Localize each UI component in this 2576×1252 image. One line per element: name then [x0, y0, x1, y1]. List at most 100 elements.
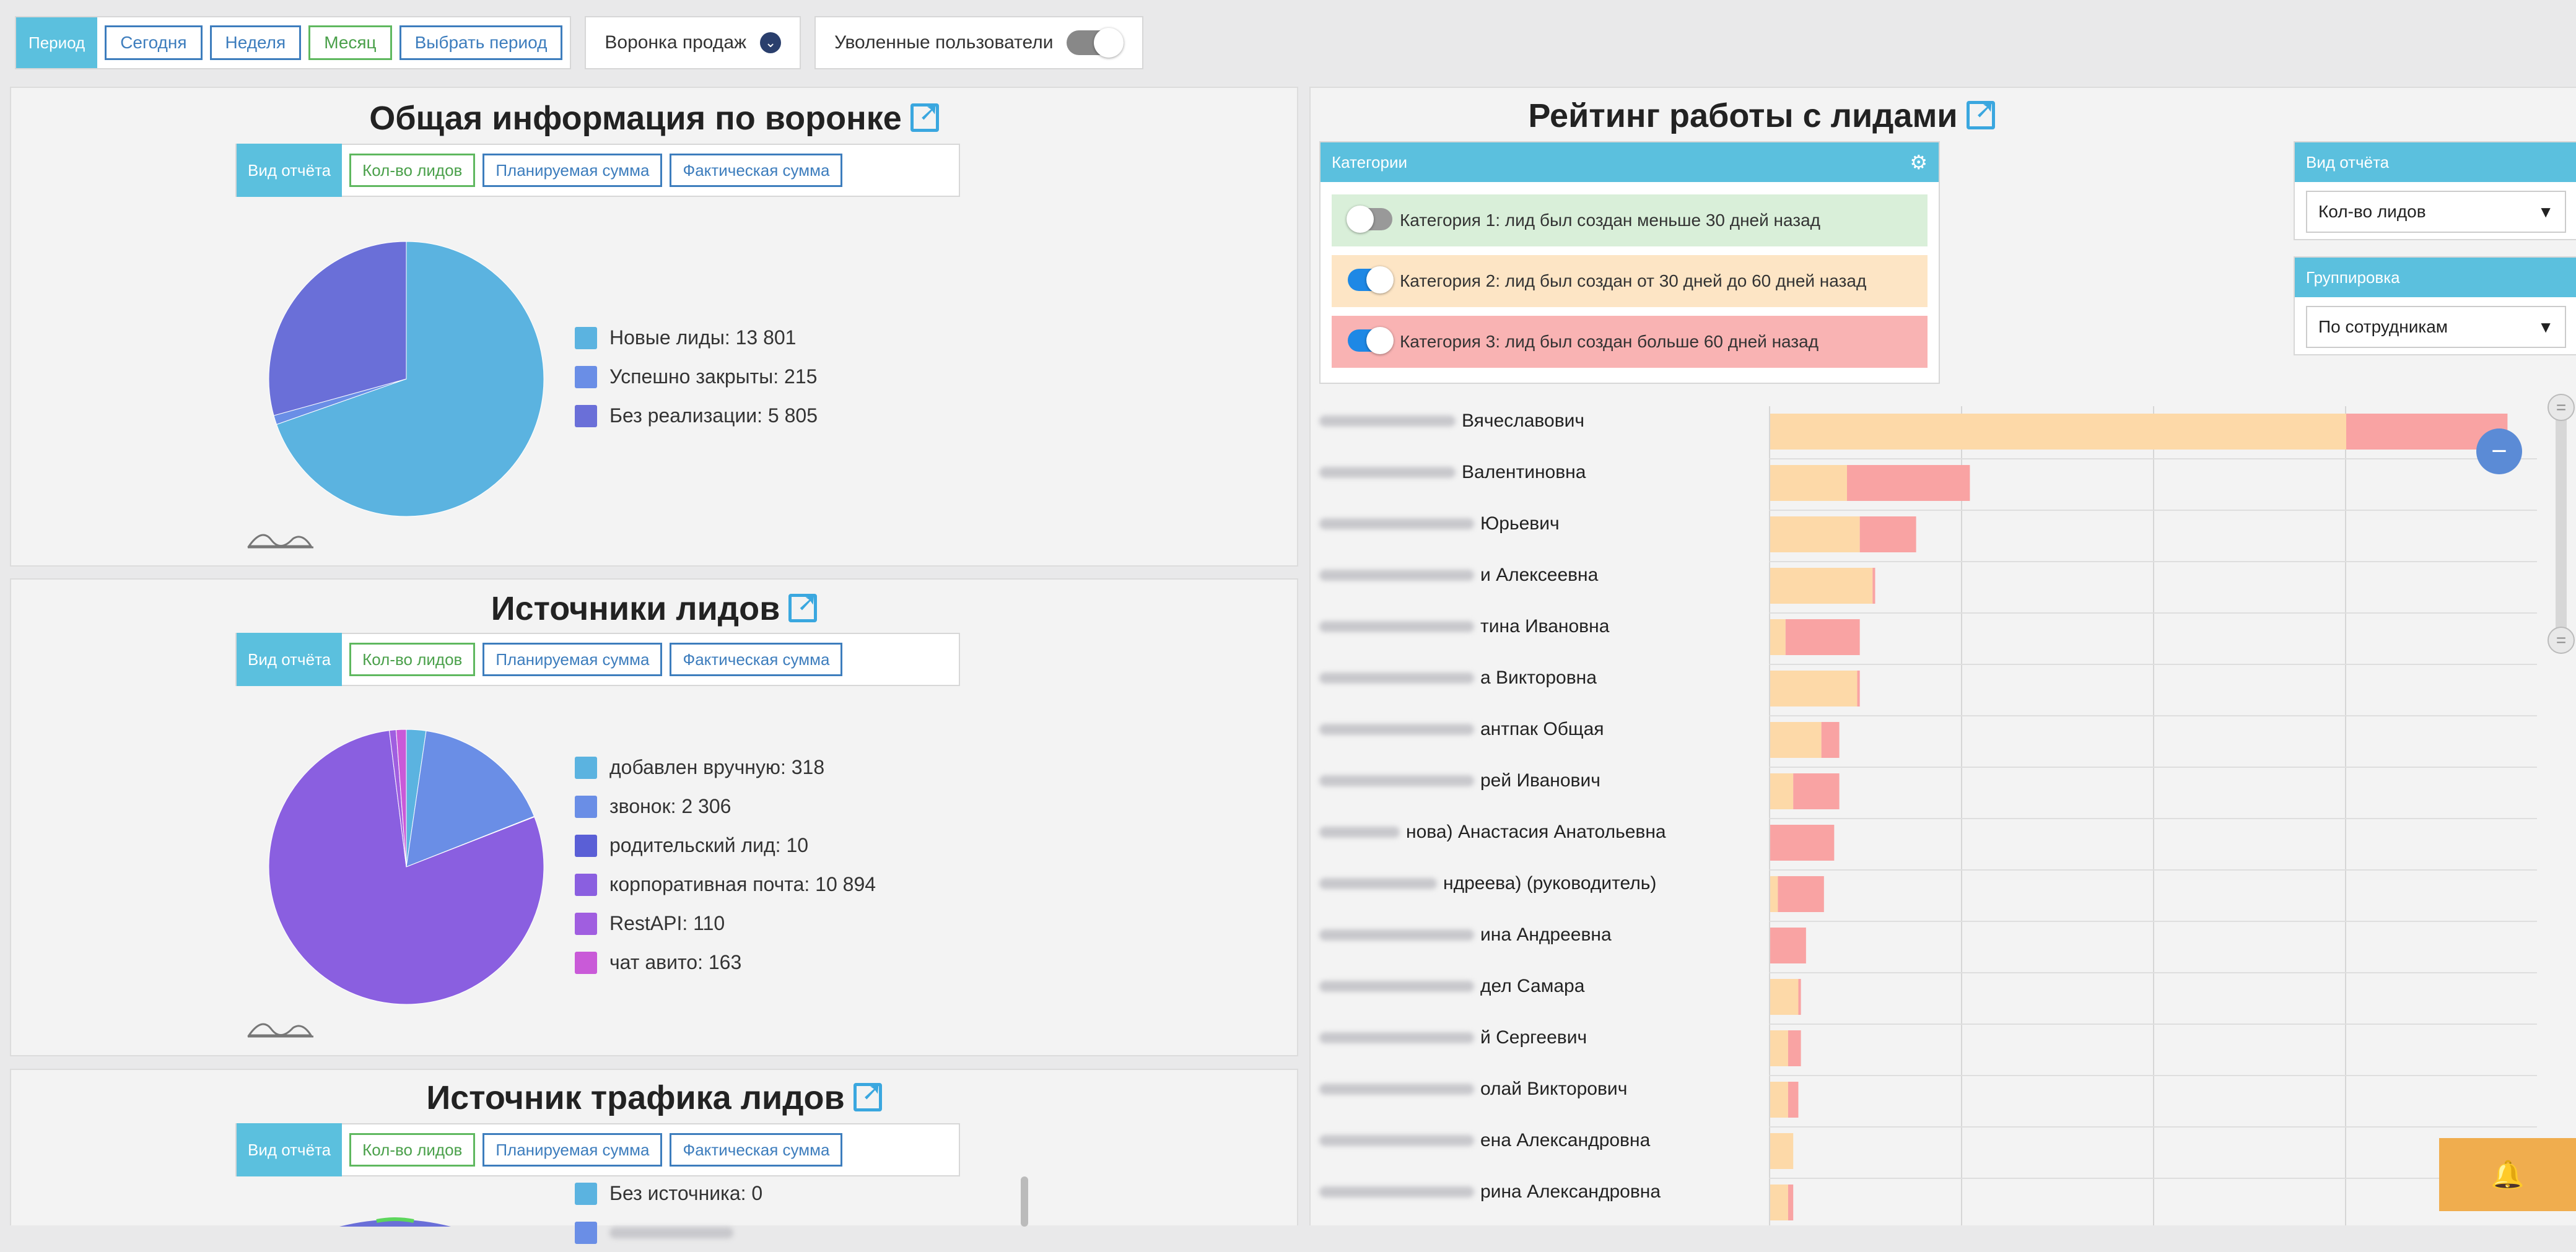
employee-name[interactable]: а Викторовна [1319, 666, 1597, 690]
bar-category-3[interactable] [1872, 568, 1875, 604]
legend-item[interactable]: Без реализации: 5 805 [575, 396, 818, 435]
bar-category-2[interactable] [1770, 619, 1786, 655]
view-count-button[interactable]: Кол-во лидов [349, 154, 476, 187]
view-actual-button[interactable]: Фактическая сумма [670, 643, 843, 676]
bar-category-3[interactable] [1788, 1185, 1794, 1220]
employee-name[interactable]: Валентиновна [1319, 460, 1586, 485]
employee-name[interactable]: й Сергеевич [1319, 1025, 1587, 1050]
category-1-toggle[interactable] [1347, 206, 1392, 233]
legend-item-partial[interactable] [575, 1213, 762, 1252]
view-planned-button[interactable]: Планируемая сумма [482, 643, 663, 676]
bar-category-3[interactable] [1770, 825, 1835, 861]
external-link-icon[interactable] [1966, 95, 1996, 129]
scroll-handle-top[interactable]: = [2548, 394, 2575, 421]
legend-item[interactable]: Без источника: 0 [575, 1174, 762, 1213]
grouping-title: Группировка [2295, 258, 2576, 297]
employee-name[interactable]: нова) Анастасия Анатольевна [1319, 820, 1666, 845]
legend-value: 13 801 [735, 326, 797, 349]
bar-category-3[interactable] [1788, 1082, 1799, 1118]
view-planned-button[interactable]: Планируемая сумма [482, 1133, 663, 1167]
sources-view-bar: Вид отчёта Кол-во лидов Планируемая сумм… [235, 633, 960, 686]
employee-name[interactable]: ина Андреевна [1319, 923, 1612, 947]
view-count-button[interactable]: Кол-во лидов [349, 643, 476, 676]
bar-category-2[interactable] [1770, 722, 1822, 758]
period-month-button[interactable]: Месяц [308, 25, 392, 60]
employee-name[interactable]: дел Самара [1319, 974, 1584, 999]
legend-item[interactable]: RestAPI: 110 [575, 904, 876, 943]
view-count-button[interactable]: Кол-во лидов [349, 1133, 476, 1167]
zoom-out-button[interactable]: − [2476, 428, 2522, 474]
bar-category-2[interactable] [1770, 773, 1794, 809]
category-row-1[interactable]: Категория 1: лид был создан меньше 30 дн… [1332, 194, 1928, 246]
legend-item[interactable]: корпоративная почта: 10 894 [575, 865, 876, 904]
chart-thumbnail-icon[interactable] [247, 521, 315, 552]
bar-category-3[interactable] [1847, 465, 1970, 501]
bar-category-2[interactable] [1770, 1185, 1788, 1220]
legend-item[interactable]: звонок: 2 306 [575, 787, 876, 826]
fired-users-toggle[interactable] [1067, 28, 1124, 58]
category-2-toggle[interactable] [1348, 266, 1394, 293]
view-actual-button[interactable]: Фактическая сумма [670, 1133, 843, 1167]
external-link-icon[interactable] [910, 98, 940, 132]
category-row-2[interactable]: Категория 2: лид был создан от 30 дней д… [1332, 255, 1928, 307]
employee-name[interactable]: Юрьевич [1319, 511, 1560, 536]
category-3-toggle[interactable] [1348, 327, 1394, 354]
employee-name[interactable]: рей Иванович [1319, 768, 1600, 793]
view-actual-button[interactable]: Фактическая сумма [670, 154, 843, 187]
report-view-select[interactable]: Кол-во лидов ▼ [2306, 191, 2566, 233]
external-link-icon[interactable] [853, 1077, 883, 1111]
legend-value: 5 805 [767, 404, 818, 427]
bar-category-2[interactable] [1770, 414, 2346, 450]
view-planned-button[interactable]: Планируемая сумма [482, 154, 663, 187]
bar-category-3[interactable] [1798, 979, 1801, 1015]
bar-category-2[interactable] [1770, 671, 1858, 706]
legend-item[interactable]: чат авито: 163 [575, 943, 876, 982]
period-custom-button[interactable]: Выбрать период [399, 25, 563, 60]
bar-category-2[interactable] [1770, 979, 1799, 1015]
legend-value: 163 [708, 951, 742, 973]
funnel-select[interactable]: Воронка продаж ⌄ [585, 16, 801, 69]
employee-name[interactable]: ена Александровна [1319, 1128, 1650, 1153]
scrollbar[interactable] [1021, 1176, 1028, 1227]
period-week-button[interactable]: Неделя [209, 25, 302, 60]
notification-bell-button[interactable]: 🔔 [2439, 1138, 2576, 1211]
employee-name[interactable]: олай Викторович [1319, 1077, 1627, 1102]
employee-name[interactable]: антпак Общая [1319, 717, 1604, 742]
legend-item[interactable]: добавлен вручную: 318 [575, 748, 876, 787]
legend-value: 110 [693, 912, 725, 934]
traffic-view-bar: Вид отчёта Кол-во лидов Планируемая сумм… [235, 1123, 960, 1176]
bar-category-2[interactable] [1770, 568, 1873, 604]
legend-label: чат авито: [609, 951, 703, 973]
bar-category-2[interactable] [1770, 1030, 1788, 1066]
legend-item[interactable]: родительский лид: 10 [575, 826, 876, 865]
bar-category-3[interactable] [1770, 928, 1806, 963]
employee-name[interactable]: тина Ивановна [1319, 614, 1609, 639]
bar-category-2[interactable] [1770, 1133, 1794, 1169]
employee-name[interactable]: ндреева) (руководитель) [1319, 871, 1656, 896]
external-link-icon[interactable] [788, 588, 818, 622]
scroll-handle-bottom[interactable]: = [2548, 627, 2575, 654]
gear-icon[interactable]: ⚙ [1910, 150, 1928, 174]
bar-category-3[interactable] [1778, 876, 1824, 912]
bar-category-3[interactable] [1793, 773, 1840, 809]
grouping-select[interactable]: По сотрудникам ▼ [2306, 306, 2566, 348]
bar-category-3[interactable] [1859, 516, 1916, 552]
bar-category-3[interactable] [1821, 722, 1840, 758]
bar-category-3[interactable] [1857, 671, 1860, 706]
period-today-button[interactable]: Сегодня [105, 25, 203, 60]
chart-scrollbar[interactable] [2556, 394, 2567, 654]
employee-name[interactable]: и Алексеевна [1319, 563, 1598, 588]
employee-name[interactable]: Вячеславович [1319, 409, 1584, 433]
legend-item[interactable]: Успешно закрыты: 215 [575, 357, 818, 396]
legend-item[interactable]: Новые лиды: 13 801 [575, 318, 818, 357]
bar-category-3[interactable] [1788, 1030, 1801, 1066]
bar-category-2[interactable] [1770, 465, 1847, 501]
bar-category-2[interactable] [1770, 876, 1778, 912]
categories-title: Категории [1332, 152, 1407, 172]
category-row-3[interactable]: Категория 3: лид был создан больше 60 дн… [1332, 316, 1928, 368]
bar-category-3[interactable] [1785, 619, 1860, 655]
bar-category-2[interactable] [1770, 516, 1860, 552]
chart-thumbnail-icon[interactable] [247, 1011, 315, 1041]
employee-name[interactable]: рина Александровна [1319, 1180, 1661, 1204]
bar-category-2[interactable] [1770, 1082, 1788, 1118]
